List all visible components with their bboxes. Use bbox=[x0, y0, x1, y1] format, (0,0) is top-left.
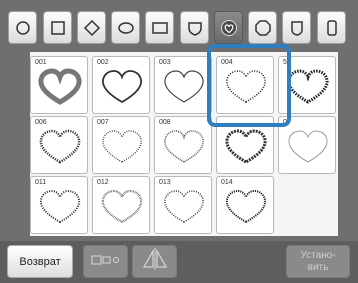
pattern-tile[interactable]: 008 bbox=[154, 116, 212, 174]
pattern-number: 007 bbox=[97, 119, 109, 126]
tab-shield[interactable] bbox=[180, 11, 209, 44]
mirror-button[interactable] bbox=[132, 245, 177, 278]
badge-icon bbox=[288, 19, 306, 37]
pattern-tile[interactable]: 003 bbox=[154, 56, 212, 114]
frame-pattern-grid: 001 002 003 004 5 006 007 008 0 011 012 013 014 bbox=[30, 52, 338, 236]
pattern-tile[interactable]: 013 bbox=[154, 176, 212, 234]
tab-heart[interactable] bbox=[214, 11, 243, 44]
diamond-icon bbox=[83, 19, 101, 37]
pattern-number: 008 bbox=[159, 119, 171, 126]
heart-frame-icon bbox=[38, 68, 82, 105]
pattern-number: 012 bbox=[97, 179, 109, 186]
pattern-tile[interactable]: 012 bbox=[92, 176, 150, 234]
pattern-tile[interactable]: 001 bbox=[30, 56, 88, 114]
pattern-tile[interactable]: 014 bbox=[216, 176, 274, 234]
pattern-number: 001 bbox=[35, 59, 47, 66]
embroidery-frame-pattern-screen: 001 002 003 004 5 006 007 008 0 011 012 013 014 Возв… bbox=[0, 0, 358, 283]
tab-circle[interactable] bbox=[8, 11, 37, 44]
shape-category-tabs bbox=[8, 11, 352, 47]
rounded-rectangle-icon bbox=[323, 19, 341, 37]
tab-badge[interactable] bbox=[282, 11, 311, 44]
heart-frame-icon bbox=[225, 129, 267, 164]
frame-layout-button[interactable] bbox=[83, 245, 128, 278]
heart-frame-icon bbox=[287, 69, 329, 104]
tab-rounded-rectangle[interactable] bbox=[317, 11, 346, 44]
pattern-tile[interactable]: 002 bbox=[92, 56, 150, 114]
heart-frame-icon bbox=[39, 129, 81, 164]
tab-octagon[interactable] bbox=[248, 11, 277, 44]
tab-rectangle[interactable] bbox=[145, 11, 174, 44]
pattern-number: 002 bbox=[97, 59, 109, 66]
heart-icon bbox=[220, 19, 238, 37]
selected-pattern-highlight bbox=[207, 44, 291, 127]
shield-icon bbox=[186, 19, 204, 37]
heart-frame-icon bbox=[288, 130, 328, 163]
heart-frame-icon bbox=[164, 130, 204, 163]
tab-diamond[interactable] bbox=[77, 11, 106, 44]
set-button[interactable]: Устано- вить bbox=[286, 245, 350, 278]
heart-frame-icon bbox=[102, 130, 142, 163]
heart-frame-icon bbox=[164, 190, 204, 223]
pattern-tile[interactable]: 007 bbox=[92, 116, 150, 174]
heart-frame-icon bbox=[39, 189, 81, 224]
heart-frame-icon bbox=[102, 70, 142, 104]
circle-icon bbox=[14, 19, 32, 37]
bottom-toolbar: Возврат Устано- вить bbox=[0, 241, 358, 283]
pattern-tile[interactable]: 006 bbox=[30, 116, 88, 174]
pattern-number: 013 bbox=[159, 179, 171, 186]
back-button[interactable]: Возврат bbox=[7, 245, 73, 278]
pattern-tile[interactable]: 011 bbox=[30, 176, 88, 234]
tab-ellipse[interactable] bbox=[111, 11, 140, 44]
mirror-icon bbox=[142, 247, 168, 276]
heart-frame-icon bbox=[225, 189, 267, 224]
tab-square[interactable] bbox=[43, 11, 72, 44]
pattern-number: 011 bbox=[35, 179, 47, 186]
pattern-number: 014 bbox=[221, 179, 233, 186]
pattern-number: 006 bbox=[35, 119, 47, 126]
ellipse-icon bbox=[117, 19, 135, 37]
frame-layout-icon bbox=[89, 253, 123, 271]
heart-frame-icon bbox=[164, 70, 204, 103]
octagon-icon bbox=[254, 19, 272, 37]
rectangle-icon bbox=[151, 19, 169, 37]
square-icon bbox=[49, 19, 67, 37]
heart-frame-icon bbox=[101, 189, 143, 224]
pattern-number: 003 bbox=[159, 59, 171, 66]
